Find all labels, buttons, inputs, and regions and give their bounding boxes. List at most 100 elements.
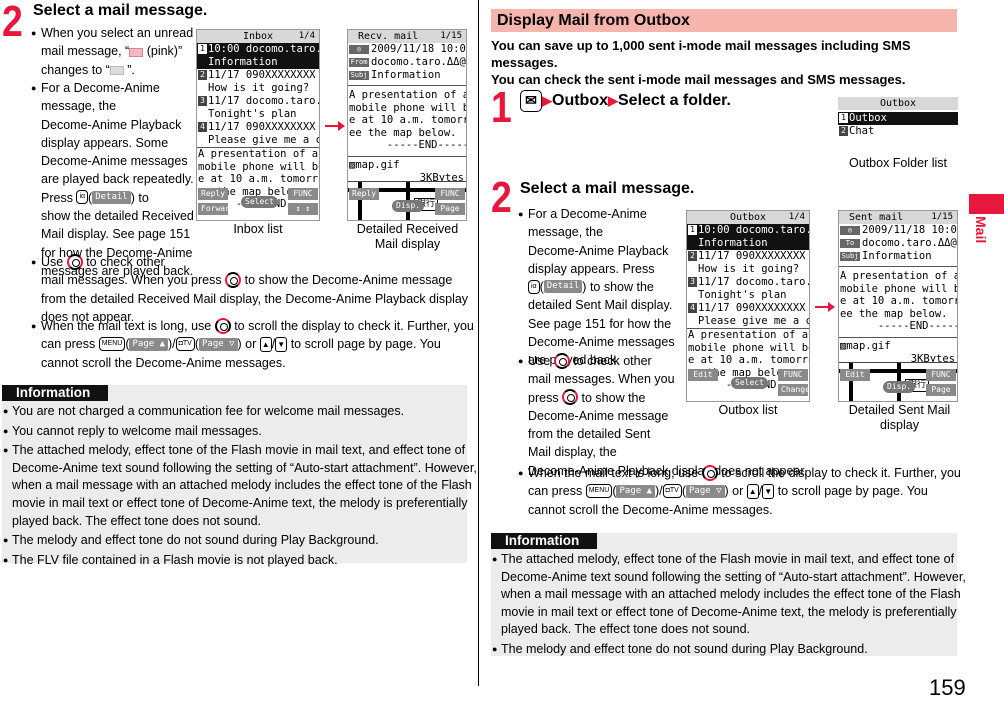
softkey-select: Select xyxy=(241,196,278,208)
softkey-func: FUNC xyxy=(926,369,956,381)
item-number-icon: 4 xyxy=(688,303,697,313)
softkey-func: FUNC xyxy=(435,188,465,200)
list-item[interactable]: Tonight's plan xyxy=(197,108,319,121)
screen-title-bar: Recv. mail 1/15 xyxy=(348,30,466,43)
menu-key-icon: MENU xyxy=(98,337,126,351)
detail-softkey-icon: Detail xyxy=(92,190,131,204)
item-text: 10:00 docomo.taro.ΔΔ xyxy=(208,43,319,55)
bullet-dot-icon: ● xyxy=(3,535,9,546)
info-item: ● You cannot reply to welcome mail messag… xyxy=(3,423,462,441)
section-title: Display Mail from Outbox xyxy=(491,9,957,32)
list-item[interactable]: Tonight's plan xyxy=(687,289,809,302)
sent-mail-detail-screenshot: Sent mail 1/15 ◎ 2009/11/18 10:00 To docomo… xyxy=(838,210,958,402)
step-title: Select a mail message. xyxy=(520,180,695,197)
list-item[interactable]: 110:00 docomo.taro.ΔΔ xyxy=(197,43,319,56)
list-item[interactable]: Information xyxy=(197,56,319,69)
softkey-select: Select xyxy=(731,377,768,389)
read-mail-icon xyxy=(109,65,124,75)
list-item[interactable]: Information xyxy=(687,237,809,250)
item-text: Outbox xyxy=(849,112,887,124)
bullet-dot-icon: ● xyxy=(3,425,9,436)
item-number-icon: 3 xyxy=(688,277,697,287)
unread-pink-mail-icon xyxy=(129,47,144,57)
item-number-icon: 4 xyxy=(198,122,207,132)
list-item[interactable]: 4 11/17 090XXXXXXXX xyxy=(197,121,319,134)
list-item[interactable]: 2 11/17 090XXXXXXXX xyxy=(687,250,809,263)
bullet-dot-icon: ● xyxy=(31,257,37,267)
softkey-reply: Reply xyxy=(198,188,228,200)
softkey-page-down: Page ▼ xyxy=(435,203,465,220)
softkey-page-down: Page ▼ xyxy=(926,384,956,401)
softkey-bar: Edit Select FUNC Change xyxy=(687,367,809,401)
page-number: 159 xyxy=(929,675,966,700)
softkey-sort: ↕ ↕ ✦ xyxy=(288,203,318,220)
mail-list: 110:00 docomo.taro.ΔΔInformation211/17 0… xyxy=(687,224,809,328)
softkey-reply: Reply xyxy=(349,188,379,200)
item-text: Information xyxy=(698,237,768,249)
info-item: ● The melody and effect tone do not sound… xyxy=(3,532,462,550)
item-number-icon: 1 xyxy=(198,44,207,54)
softkey-disp: Disp. xyxy=(883,381,916,393)
nav-up-down-key-icon xyxy=(214,317,231,334)
nav-left-right-key-icon xyxy=(562,389,579,406)
step-number: 2 xyxy=(491,173,512,222)
page-up-softkey-icon: Page ▲ xyxy=(129,337,168,351)
received-mail-detail-screenshot: Recv. mail 1/15 ◎ 2009/11/18 10:00 From doc… xyxy=(347,29,467,221)
inbox-list-screenshot: Inbox1/4 110:00 docomo.taro.ΔΔInformatio… xyxy=(196,29,320,221)
item-number-icon: 1 xyxy=(688,225,697,235)
ialpha-key-icon: iα xyxy=(76,190,89,205)
list-item[interactable]: How is it going? xyxy=(197,82,319,95)
item-number-icon xyxy=(198,83,207,93)
outbox-folder-list-screenshot: Outbox 1 Outbox 2 Chat xyxy=(838,97,958,155)
list-item[interactable]: Please give me a cal xyxy=(687,315,809,328)
bullet-use-nav: ● Use to check other mail messages. When… xyxy=(31,253,469,324)
item-text: Chat xyxy=(849,125,875,137)
bullet-dot-icon: ● xyxy=(518,209,524,219)
bullet-decome: ● For a Decome-Anime message, the Decome… xyxy=(518,207,675,368)
item-text: 11/17 docomo.taro.ΔΔ xyxy=(208,95,319,107)
softkey-bar: Reply Forward Select FUNC ↕ ↕ ✦ xyxy=(197,186,319,220)
bullet-decome: ● For a Decome-Anime message, the Decome… xyxy=(31,81,194,278)
bullet-dot-icon: ● xyxy=(518,468,524,478)
softkey-func: FUNC xyxy=(778,369,808,381)
mail-body: A presentation of a new mobile phone wil… xyxy=(348,85,466,152)
list-item[interactable]: 4 11/17 090XXXXXXXX xyxy=(687,302,809,315)
item-number-icon xyxy=(198,109,207,119)
item-number-icon xyxy=(198,135,207,145)
softkey-change: Change xyxy=(778,384,809,396)
softkey-bar: Edit Disp. FUNC Page ▼ xyxy=(839,367,957,401)
item-text: Please give me a cal xyxy=(208,134,319,146)
list-item[interactable]: 2 Chat xyxy=(838,125,958,138)
softkey-forward: Forward xyxy=(198,203,235,215)
step-number: 1 xyxy=(491,83,512,132)
item-text: 11/17 090XXXXXXXX xyxy=(208,69,316,81)
item-number-icon xyxy=(688,316,697,326)
list-item[interactable]: 2 11/17 090XXXXXXXX xyxy=(197,69,319,82)
list-item[interactable]: How is it going? xyxy=(687,263,809,276)
step-title: ✉ ▶Outbox▶Select a folder. xyxy=(520,90,731,112)
mail-body: A presentation of a new mobile phone wil… xyxy=(839,266,957,333)
item-number-icon xyxy=(198,57,207,67)
information-label: Information xyxy=(491,533,597,549)
screen-title-bar: Outbox xyxy=(838,97,958,110)
mail-key-icon: ✉ xyxy=(520,90,542,112)
item-text: 11/17 090XXXXXXXX xyxy=(208,121,316,133)
list-item[interactable]: 311/17 docomo.taro.ΔΔ xyxy=(197,95,319,108)
list-item[interactable]: 1 Outbox xyxy=(838,112,958,125)
ialpha-key-icon: iα xyxy=(528,279,540,294)
item-number-icon: 1 xyxy=(839,113,848,123)
arrow-right-icon xyxy=(815,302,835,312)
list-item[interactable]: 311/17 docomo.taro.ΔΔ xyxy=(687,276,809,289)
bullet-dot-icon: ● xyxy=(31,83,37,93)
item-text: Tonight's plan xyxy=(698,289,787,301)
lead-text: You can save up to 1,000 sent i-mode mai… xyxy=(491,38,911,87)
outbox-list-screenshot: Outbox1/4 110:00 docomo.taro.ΔΔInformati… xyxy=(686,210,810,402)
folder-list: 1 Outbox 2 Chat xyxy=(838,112,958,138)
list-item[interactable]: Please give me a cal xyxy=(197,134,319,147)
list-item[interactable]: 110:00 docomo.taro.ΔΔ xyxy=(687,224,809,237)
side-tab-label: Mail xyxy=(973,216,989,244)
page-up-softkey-icon: Page ▲ xyxy=(616,484,655,498)
info-item: ● The attached melody, effect tone of the… xyxy=(492,552,966,637)
item-text: 11/17 docomo.taro.ΔΔ xyxy=(698,276,809,288)
item-number-icon: 2 xyxy=(688,251,697,261)
